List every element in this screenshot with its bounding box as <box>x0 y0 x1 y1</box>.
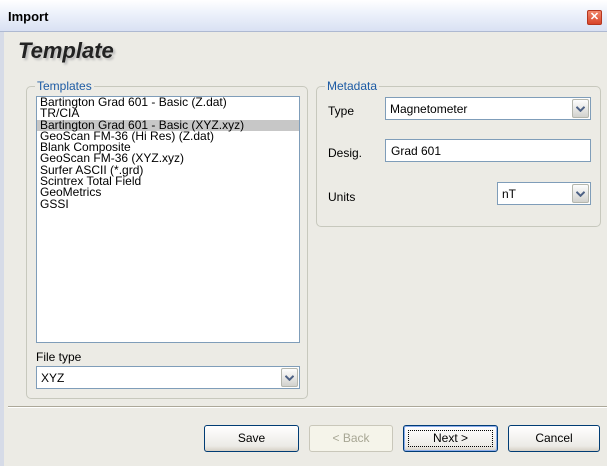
template-list-item[interactable]: GeoMetrics <box>37 186 299 198</box>
cancel-button[interactable]: Cancel <box>508 425 600 452</box>
metadata-legend: Metadata <box>325 79 380 93</box>
chevron-down-icon[interactable] <box>572 184 589 203</box>
desig-label: Desig. <box>328 146 363 160</box>
footer-separator <box>8 406 607 408</box>
template-list-item[interactable]: GSSI <box>37 198 299 210</box>
chevron-down-icon[interactable] <box>281 368 298 387</box>
title-bar: Import ✕ <box>0 0 607 32</box>
close-icon[interactable]: ✕ <box>587 10 602 25</box>
desig-input[interactable]: Grad 601 <box>385 139 591 162</box>
page-title: Template <box>18 38 114 63</box>
file-type-value: XYZ <box>41 371 65 385</box>
next-button[interactable]: Next > <box>403 425 498 452</box>
units-value: nT <box>502 187 517 201</box>
templates-listbox[interactable]: Bartington Grad 601 - Basic (Z.dat) TR/CI… <box>36 96 300 343</box>
chevron-down-icon[interactable] <box>572 99 589 118</box>
save-button[interactable]: Save <box>204 425 299 452</box>
import-dialog: Import ✕ Template Templates Bartington G… <box>0 0 607 466</box>
file-type-select[interactable]: XYZ <box>36 366 300 389</box>
templates-legend: Templates <box>35 79 94 93</box>
type-value: Magnetometer <box>390 102 468 116</box>
type-select[interactable]: Magnetometer <box>385 97 591 120</box>
window-title: Import <box>8 9 49 24</box>
back-button[interactable]: < Back <box>309 425 393 452</box>
desig-value: Grad 601 <box>391 144 442 158</box>
units-select[interactable]: nT <box>497 182 591 205</box>
file-type-label: File type <box>36 350 82 364</box>
type-label: Type <box>328 104 355 118</box>
units-label: Units <box>328 190 356 204</box>
focus-rectangle <box>408 430 493 447</box>
window-border <box>0 32 4 466</box>
